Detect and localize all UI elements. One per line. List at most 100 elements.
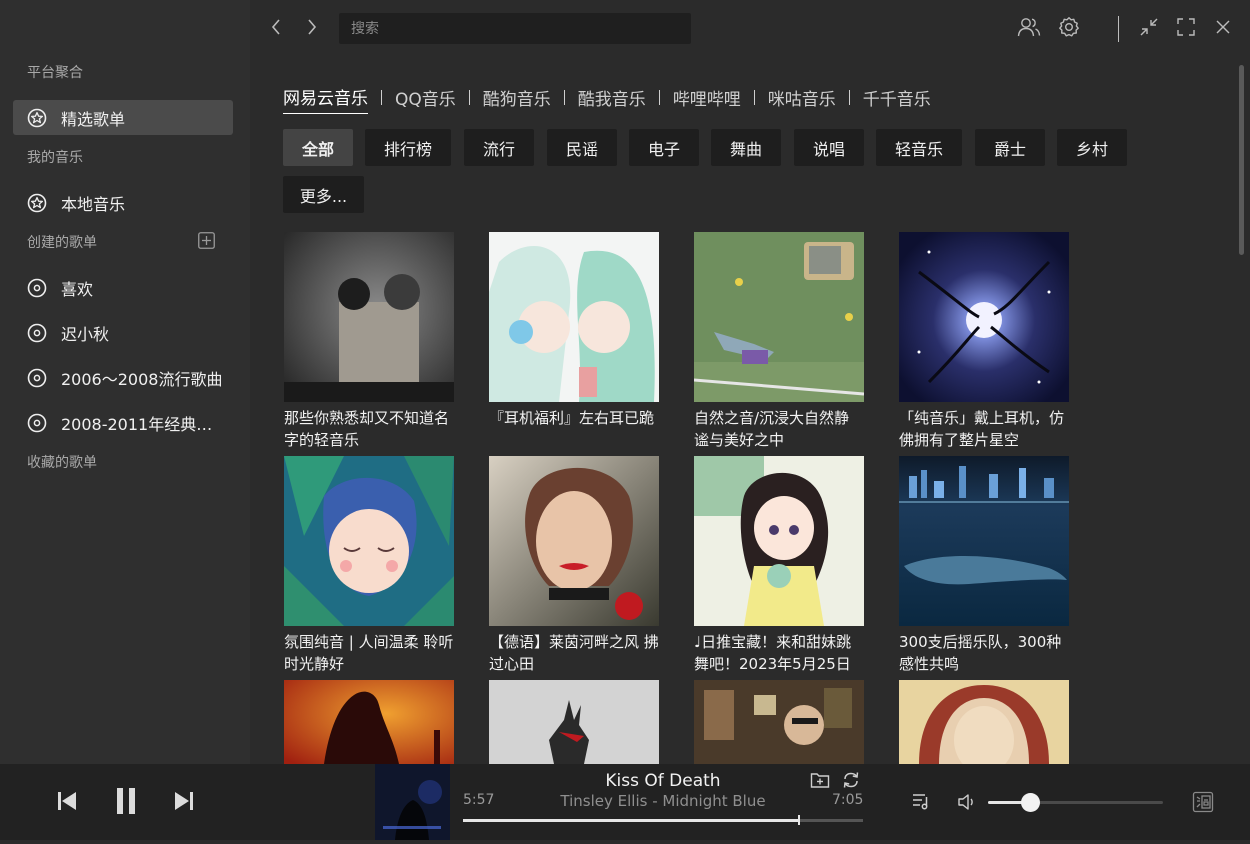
mini-mode-button[interactable] — [1137, 15, 1161, 39]
playlist-title: 氛围纯音 | 人间温柔 聆听时光静好 — [284, 633, 454, 673]
skip-previous-icon — [58, 792, 76, 810]
playlist-card[interactable] — [284, 680, 454, 764]
next-button[interactable] — [172, 788, 196, 814]
tab-separator — [563, 89, 565, 105]
tab-separator — [381, 89, 382, 105]
playlist-cover — [489, 456, 659, 626]
scrollbar-thumb[interactable] — [1239, 65, 1244, 255]
gear-icon — [1059, 17, 1079, 37]
playlist-cover — [284, 456, 454, 626]
playlist-card[interactable]: 【德语】莱茵河畔之风 拂过心田 — [489, 456, 659, 675]
settings-button[interactable] — [1057, 15, 1081, 39]
tab-platform[interactable]: 酷狗音乐 — [483, 85, 551, 114]
playlist-card[interactable]: 那些你熟悉却又不知道名字的轻音乐 — [284, 232, 454, 451]
playlist-title: 『耳机福利』左右耳已跪 — [489, 409, 655, 427]
forward-button[interactable] — [301, 16, 323, 38]
category-button[interactable]: 全部 — [283, 129, 353, 166]
add-playlist-icon[interactable] — [198, 232, 215, 249]
category-button[interactable]: 轻音乐 — [876, 129, 962, 166]
close-button[interactable] — [1211, 15, 1235, 39]
category-button[interactable]: 乡村 — [1057, 129, 1127, 166]
category-button[interactable]: 排行榜 — [365, 129, 451, 166]
playlist-cover — [899, 680, 1069, 764]
folder-add-icon — [810, 773, 830, 788]
playlist-cover — [694, 232, 864, 402]
section-platform-header: 平台聚合 — [27, 65, 83, 81]
duration-time: 7:05 — [832, 792, 864, 808]
volume-slider[interactable] — [988, 793, 1163, 812]
platform-tabs: 网易云音乐 QQ音乐 酷狗音乐 酷我音乐 哔哩哔哩 咪咕音乐 千千音乐 — [283, 84, 931, 114]
playlist-card[interactable] — [489, 680, 659, 764]
progress-bar[interactable] — [463, 815, 863, 825]
playlist-card[interactable]: 自然之音/沉浸大自然静谧与美好之中 — [694, 232, 864, 451]
previous-button[interactable] — [55, 788, 79, 814]
tab-platform[interactable]: 千千音乐 — [863, 85, 931, 114]
category-button[interactable]: 流行 — [464, 129, 534, 166]
skip-next-icon — [175, 792, 193, 810]
volume-icon — [958, 794, 973, 810]
sidebar-item-playlist[interactable]: 喜欢 — [13, 270, 233, 305]
sidebar-item-playlist[interactable]: 2008-2011年经典歌曲 — [13, 405, 233, 440]
playlist-card[interactable]: 氛围纯音 | 人间温柔 聆听时光静好 — [284, 456, 454, 675]
category-button[interactable]: 更多... — [283, 176, 364, 213]
pause-button[interactable] — [113, 786, 139, 816]
users-icon — [1017, 18, 1041, 37]
add-to-playlist-button[interactable] — [809, 770, 831, 790]
playlist-card[interactable]: 「纯音乐」戴上耳机，仿佛拥有了整片星空 — [899, 232, 1069, 451]
playlist-title: 那些你熟悉却又不知道名字的轻音乐 — [284, 409, 450, 449]
lyrics-button[interactable] — [1191, 790, 1215, 814]
sidebar-item-label: 2008-2011年经典歌曲 — [61, 414, 226, 434]
playlist-cover — [284, 680, 454, 764]
category-button[interactable]: 民谣 — [547, 129, 617, 166]
player-bar: Kiss Of Death Tinsley Ellis - Midnight B… — [0, 764, 1250, 840]
tab-platform[interactable]: QQ音乐 — [395, 85, 456, 114]
sidebar-item-local-music[interactable]: 本地音乐 — [13, 185, 233, 220]
users-button[interactable] — [1017, 15, 1041, 39]
playlist-card[interactable]: ♩日推宝藏！来和甜妹跳舞吧！2023年5月25日 — [694, 456, 864, 675]
toolbar-divider — [1118, 16, 1119, 42]
playlist-cover — [899, 456, 1069, 626]
volume-button[interactable] — [956, 791, 978, 813]
back-button[interactable] — [265, 16, 287, 38]
playlist-title: 300支后摇乐队，300种感性共鸣 — [899, 633, 1062, 673]
playlist-card[interactable]: 300支后摇乐队，300种感性共鸣 — [899, 456, 1069, 675]
tab-platform[interactable]: 网易云音乐 — [283, 84, 368, 114]
section-collected-header: 收藏的歌单 — [27, 455, 97, 471]
progress-handle[interactable] — [798, 815, 800, 825]
tab-platform[interactable]: 咪咕音乐 — [768, 85, 836, 114]
playlist-card[interactable] — [694, 680, 864, 764]
category-button[interactable]: 说唱 — [794, 129, 864, 166]
category-button[interactable]: 爵士 — [975, 129, 1045, 166]
search-input[interactable] — [339, 13, 691, 44]
sidebar-item-playlist[interactable]: 迟小秋 — [13, 315, 233, 350]
shrink-icon — [1140, 18, 1158, 36]
album-art[interactable] — [375, 764, 450, 840]
sidebar-item-playlist[interactable]: 2006～2008流行歌曲 — [13, 360, 233, 395]
pause-icon — [117, 788, 135, 814]
tab-platform[interactable]: 酷我音乐 — [578, 85, 646, 114]
repeat-icon — [843, 772, 859, 788]
elapsed-time: 5:57 — [463, 792, 495, 808]
progress-fill — [463, 819, 799, 822]
category-button[interactable]: 电子 — [629, 129, 699, 166]
repeat-mode-button[interactable] — [840, 770, 862, 790]
playlist-card[interactable] — [899, 680, 1069, 764]
chevron-left-icon — [271, 19, 280, 35]
maximize-button[interactable] — [1174, 15, 1198, 39]
tab-platform[interactable]: 哔哩哔哩 — [673, 85, 741, 114]
sidebar-item-selected-playlists[interactable]: 精选歌单 — [13, 100, 233, 135]
category-button[interactable]: 舞曲 — [711, 129, 781, 166]
now-playing-title: Kiss Of Death — [605, 771, 721, 791]
disc-icon — [27, 323, 47, 343]
playlist-title: ♩日推宝藏！来和甜妹跳舞吧！2023年5月25日 — [694, 633, 852, 673]
volume-handle[interactable] — [1021, 793, 1040, 812]
section-my-music-header: 我的音乐 — [27, 150, 83, 166]
queue-icon — [913, 794, 928, 810]
playlist-title: 「纯音乐」戴上耳机，仿佛拥有了整片星空 — [899, 409, 1065, 449]
playlist-cover — [489, 680, 659, 764]
disc-icon — [27, 368, 47, 388]
playlist-title: 自然之音/沉浸大自然静谧与美好之中 — [694, 409, 850, 449]
playlist-queue-button[interactable] — [910, 790, 932, 812]
lyrics-icon — [1192, 791, 1214, 813]
playlist-card[interactable]: 『耳机福利』左右耳已跪 — [489, 232, 659, 451]
